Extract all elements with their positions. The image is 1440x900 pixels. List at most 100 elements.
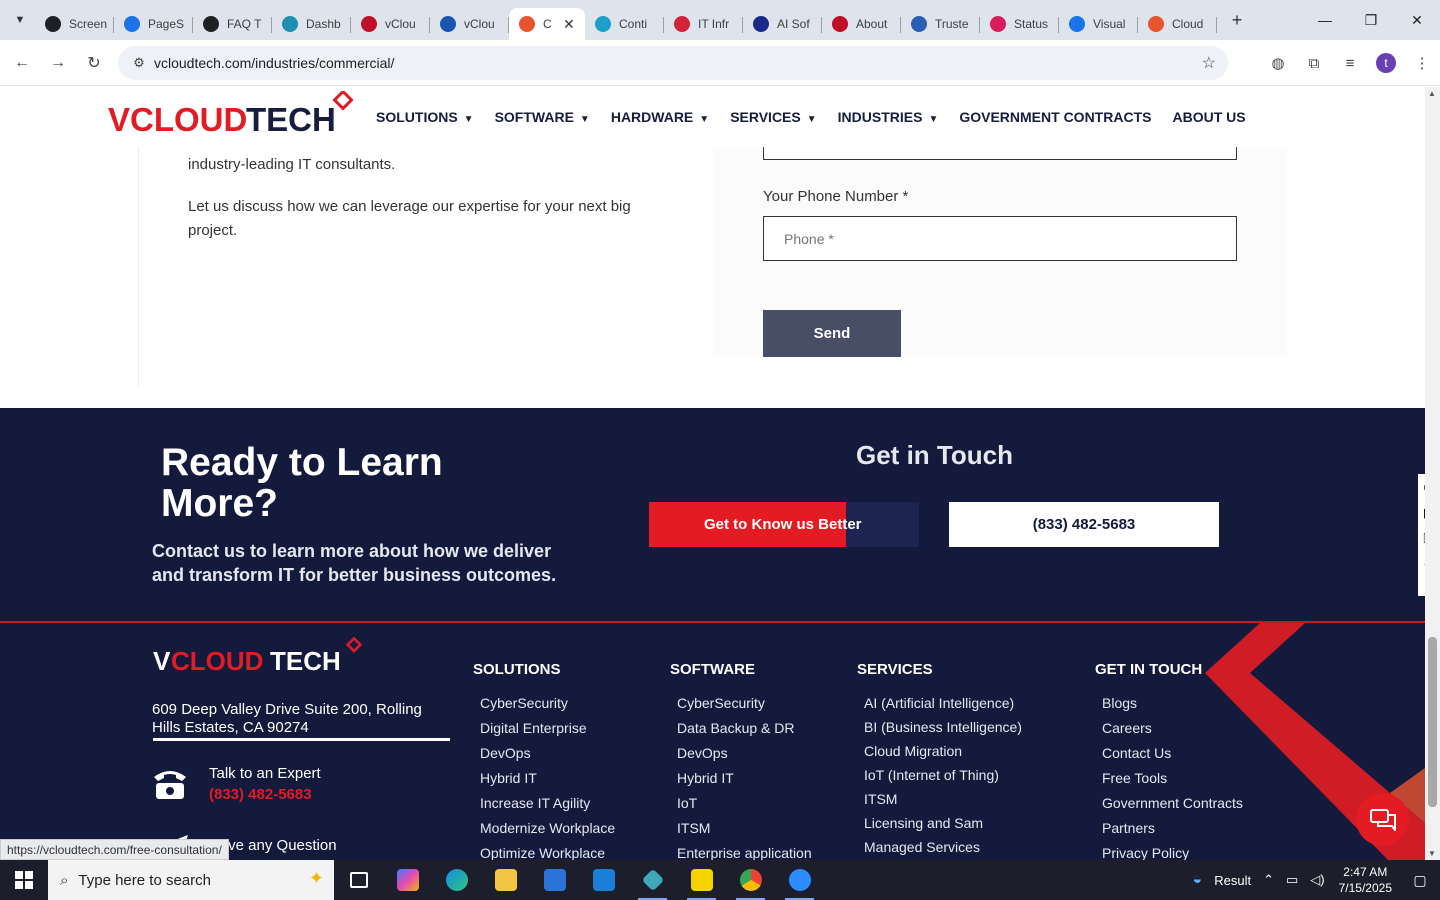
- task-view-icon[interactable]: [334, 860, 383, 900]
- taskbar-search[interactable]: ⌕ Type here to search ✦: [48, 860, 334, 900]
- footer-link[interactable]: ITSM: [670, 816, 812, 841]
- sticky-notes-icon[interactable]: [677, 860, 726, 900]
- footer-link[interactable]: CyberSecurity: [473, 691, 615, 716]
- url-text[interactable]: vcloudtech.com/industries/commercial/: [154, 55, 394, 71]
- new-tab-button[interactable]: +: [1223, 6, 1251, 34]
- footer-link[interactable]: Government Contracts: [1095, 791, 1243, 816]
- bookmark-star-icon[interactable]: ☆: [1202, 53, 1216, 73]
- cta-phone-button[interactable]: (833) 482-5683: [949, 502, 1219, 547]
- phone-input[interactable]: [763, 216, 1237, 261]
- footer-link[interactable]: Careers: [1095, 716, 1243, 741]
- reload-icon[interactable]: ↻: [76, 45, 112, 81]
- network-icon[interactable]: ▭: [1286, 872, 1298, 888]
- nav-item[interactable]: SOLUTIONS ▼: [376, 109, 474, 125]
- copilot-icon[interactable]: [383, 860, 432, 900]
- edge-icon[interactable]: [432, 860, 481, 900]
- back-icon[interactable]: ←: [4, 45, 40, 81]
- site-info-icon[interactable]: ⚙: [124, 55, 154, 71]
- footer-link[interactable]: Hybrid IT: [473, 766, 615, 791]
- footer-link[interactable]: ITSM: [857, 787, 1022, 811]
- site-logo[interactable]: V CLOUD TECH: [108, 89, 358, 141]
- nav-item[interactable]: SERVICES ▼: [730, 109, 816, 125]
- nav-item[interactable]: HARDWARE ▼: [611, 109, 709, 125]
- browser-tab[interactable]: AI Sof: [743, 8, 822, 40]
- start-button[interactable]: [0, 860, 48, 900]
- browser-menu-icon[interactable]: ⋮: [1404, 45, 1440, 81]
- footer-link[interactable]: Optimize Workplace: [473, 841, 615, 860]
- browser-tab[interactable]: Truste: [901, 8, 980, 40]
- address-bar[interactable]: ⚙ vcloudtech.com/industries/commercial/ …: [118, 46, 1228, 80]
- file-explorer-icon[interactable]: [481, 860, 530, 900]
- footer-link[interactable]: BI (Business Intelligence): [857, 715, 1022, 739]
- weather-icon[interactable]: ◒: [1193, 871, 1203, 889]
- page-scrollbar[interactable]: ▲ ▼: [1425, 87, 1440, 860]
- footer-link[interactable]: IoT (Internet of Thing): [857, 763, 1022, 787]
- footer-link[interactable]: Data Backup & DR: [670, 716, 812, 741]
- media-control-icon[interactable]: ≡: [1332, 45, 1368, 81]
- footer-link[interactable]: Contact Us: [1095, 741, 1243, 766]
- app-diamond-icon[interactable]: [628, 860, 677, 900]
- browser-tab[interactable]: Cloud: [1138, 8, 1217, 40]
- send-button[interactable]: Send: [763, 310, 901, 357]
- footer-logo[interactable]: V CLOUD TECH: [153, 636, 373, 677]
- zoom-icon[interactable]: [775, 860, 824, 900]
- browser-tab[interactable]: PageS: [114, 8, 193, 40]
- forward-icon[interactable]: →: [40, 45, 76, 81]
- footer-link[interactable]: Licensing and Sam: [857, 811, 1022, 835]
- nav-item[interactable]: SOFTWARE ▼: [495, 109, 590, 125]
- browser-tab[interactable]: Screen: [35, 8, 114, 40]
- browser-tab[interactable]: Status: [980, 8, 1059, 40]
- nav-item[interactable]: INDUSTRIES ▼: [838, 109, 939, 125]
- chat-button[interactable]: [1356, 793, 1409, 846]
- notifications-icon[interactable]: ▢: [1400, 860, 1440, 900]
- footer-link[interactable]: Free Tools: [1095, 766, 1243, 791]
- footer-link[interactable]: DevOps: [473, 741, 615, 766]
- scroll-down-icon[interactable]: ▼: [1428, 849, 1436, 858]
- browser-tab[interactable]: Visual: [1059, 8, 1138, 40]
- footer-link[interactable]: Hybrid IT: [670, 766, 812, 791]
- extensions-icon[interactable]: ⧉: [1296, 45, 1332, 81]
- scroll-up-icon[interactable]: ▲: [1428, 89, 1436, 98]
- tab-search-icon[interactable]: ▼: [5, 5, 35, 35]
- footer-link[interactable]: Partners: [1095, 816, 1243, 841]
- mail-icon[interactable]: [579, 860, 628, 900]
- browser-tab[interactable]: Conti: [585, 8, 664, 40]
- tray-expand-icon[interactable]: ⌃: [1263, 872, 1274, 888]
- close-window-icon[interactable]: ✕: [1394, 0, 1440, 40]
- clock[interactable]: 2:47 AM 7/15/2025: [1339, 864, 1392, 896]
- browser-tab[interactable]: FAQ T: [193, 8, 272, 40]
- scrollbar-thumb[interactable]: [1428, 637, 1437, 807]
- footer-link[interactable]: Managed Services: [857, 835, 1022, 859]
- profile-button[interactable]: t: [1368, 45, 1404, 81]
- browser-tab[interactable]: About: [822, 8, 901, 40]
- footer-link[interactable]: Digital Enterprise: [473, 716, 615, 741]
- footer-link[interactable]: IoT: [670, 791, 812, 816]
- nav-item[interactable]: ABOUT US: [1172, 109, 1245, 125]
- browser-tab[interactable]: vClou: [351, 8, 430, 40]
- footer-phone-link[interactable]: (833) 482-5683: [209, 786, 312, 803]
- browser-tab[interactable]: IT Infr: [664, 8, 743, 40]
- translate-icon[interactable]: ◍: [1260, 45, 1296, 81]
- footer-link[interactable]: Modernize Workplace: [473, 816, 615, 841]
- footer-link[interactable]: Increase IT Agility: [473, 791, 615, 816]
- tab-close-icon[interactable]: ✕: [563, 16, 575, 33]
- footer-link[interactable]: DevOps: [670, 741, 812, 766]
- browser-tab[interactable]: Dashb: [272, 8, 351, 40]
- browser-tab[interactable]: vClou: [430, 8, 509, 40]
- weather-text[interactable]: Result: [1214, 873, 1251, 888]
- footer-link[interactable]: CyberSecurity: [670, 691, 812, 716]
- chrome-icon[interactable]: [726, 860, 775, 900]
- nav-item[interactable]: GOVERNMENT CONTRACTS: [959, 109, 1151, 125]
- get-to-know-button[interactable]: Get to Know us Better: [649, 502, 919, 547]
- minimize-icon[interactable]: —: [1302, 0, 1348, 40]
- browser-tab[interactable]: C ✕: [509, 8, 585, 40]
- volume-icon[interactable]: ◁): [1310, 872, 1324, 888]
- footer-link[interactable]: Privacy Policy: [1095, 841, 1243, 860]
- restore-icon[interactable]: ❐: [1348, 0, 1394, 40]
- footer-link[interactable]: Enterprise application: [670, 841, 812, 860]
- footer-link[interactable]: Cloud Migration: [857, 739, 1022, 763]
- previous-field[interactable]: [763, 147, 1237, 160]
- footer-link[interactable]: AI (Artificial Intelligence): [857, 691, 1022, 715]
- footer-link[interactable]: Blogs: [1095, 691, 1243, 716]
- microsoft-store-icon[interactable]: [530, 860, 579, 900]
